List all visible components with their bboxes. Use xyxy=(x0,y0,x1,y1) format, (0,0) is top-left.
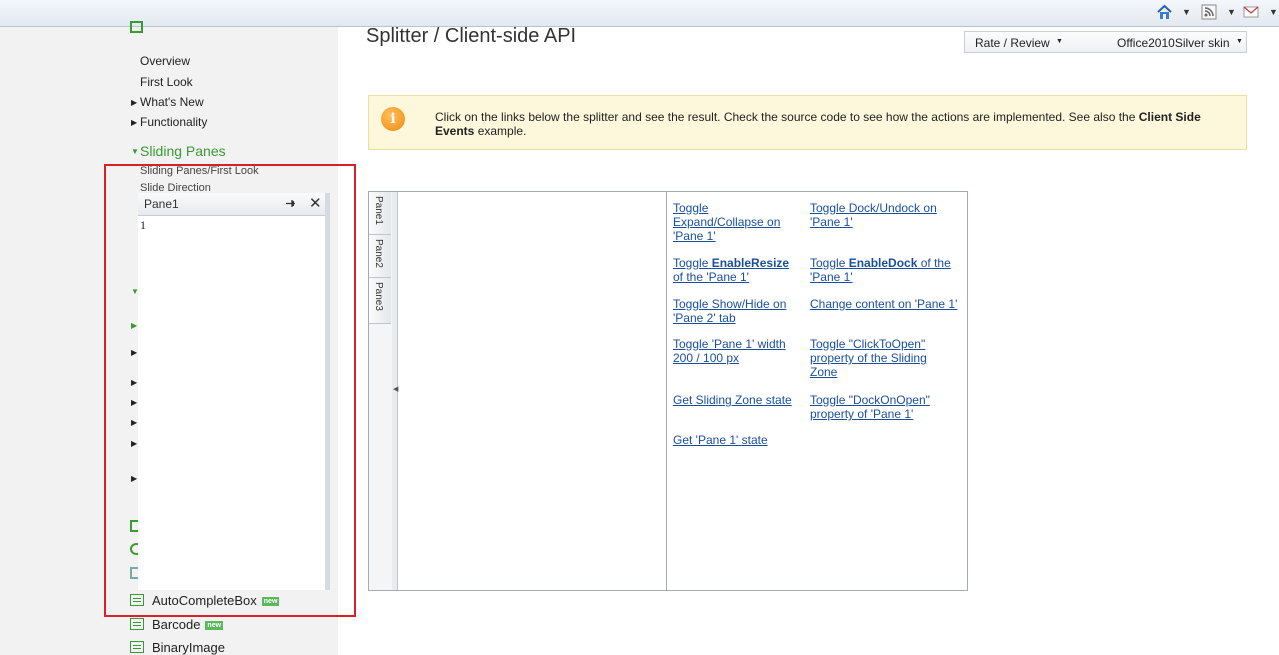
link-toggle-clicktoopen[interactable]: Toggle "ClickToOpen" property of the Sli… xyxy=(810,337,940,379)
sliding-pane-overlay: Pane1 ✕ 1 xyxy=(138,193,330,590)
sliding-pane-title: Pane1 xyxy=(144,197,179,211)
expand-arrow-icon[interactable]: ▶ xyxy=(131,378,137,387)
nav-autocompletebox[interactable]: AutoCompleteBox new xyxy=(130,593,280,608)
link-text-bold: EnableResize xyxy=(711,256,790,270)
pane-divider xyxy=(666,192,667,590)
link-text: Toggle "ClickToOpen" property of the Sli… xyxy=(810,337,927,379)
link-text: Toggle xyxy=(673,256,712,270)
link-toggle-expand-collapse[interactable]: Toggle Expand/Collapse on 'Pane 1' xyxy=(673,201,791,243)
mail-icon[interactable] xyxy=(1243,4,1259,20)
nav-first-look[interactable]: First Look xyxy=(140,75,193,89)
tab-label: Pane3 xyxy=(373,282,384,311)
nav-overview[interactable]: Overview xyxy=(140,54,190,68)
rate-review-button[interactable]: Rate / Review xyxy=(975,36,1050,50)
info-icon: i xyxy=(381,107,405,131)
expand-arrow-icon[interactable]: ▶ xyxy=(131,348,137,357)
splitter-demo: Pane1 Pane2 Pane3 ◀ xyxy=(368,191,968,591)
nav-whats-new[interactable]: What's New xyxy=(140,95,204,109)
nav-functionality[interactable]: Functionality xyxy=(140,115,207,129)
link-text-bold: EnableDock xyxy=(848,256,918,270)
nav-item-label: Barcode xyxy=(152,617,201,632)
rss-icon[interactable] xyxy=(1201,4,1217,20)
link-text: Toggle xyxy=(810,256,849,270)
link-text: Get 'Pane 1' state xyxy=(673,433,768,447)
page-title: Splitter / Client-side API xyxy=(366,25,577,47)
nav-section-sliding-panes[interactable]: Sliding Panes xyxy=(140,143,226,159)
link-toggle-enabledock[interactable]: Toggle EnableDock of the 'Pane 1' xyxy=(810,256,960,284)
expand-arrow-icon[interactable]: ▶ xyxy=(131,439,137,448)
nav-item-label: AutoCompleteBox xyxy=(152,593,257,608)
browser-command-bar: ▼ ▼ ▼ xyxy=(0,0,1279,27)
tab-label: Pane1 xyxy=(373,196,384,225)
chevron-down-icon[interactable]: ▼ xyxy=(1236,38,1243,45)
info-text-body: Click on the links below the splitter an… xyxy=(435,110,1139,124)
info-text-end: example. xyxy=(474,124,527,138)
mail-dropdown-icon[interactable]: ▼ xyxy=(1269,7,1278,17)
link-text: Toggle Dock/Undock on 'Pane 1' xyxy=(810,201,937,229)
home-icon[interactable] xyxy=(1156,4,1173,20)
link-text: Toggle Expand/Collapse on 'Pane 1' xyxy=(673,201,781,243)
link-text: of the 'Pane 1' xyxy=(673,270,749,284)
link-text: Toggle "DockOnOpen" property of 'Pane 1' xyxy=(810,393,930,421)
info-message: i Click on the links below the splitter … xyxy=(368,95,1247,150)
nav-barcode[interactable]: Barcode new xyxy=(130,617,224,632)
link-get-pane1-state[interactable]: Get 'Pane 1' state xyxy=(673,433,793,447)
sliding-zone: Pane1 Pane2 Pane3 xyxy=(369,192,393,590)
link-toggle-dockonopen[interactable]: Toggle "DockOnOpen" property of 'Pane 1' xyxy=(810,393,940,421)
link-text: Toggle 'Pane 1' width 200 / 100 px xyxy=(673,337,786,365)
expand-arrow-icon[interactable]: ▶ xyxy=(131,321,137,330)
tab-pane2[interactable]: Pane2 xyxy=(369,235,391,278)
collapse-arrow-icon[interactable]: ◀ xyxy=(393,385,398,393)
binaryimage-icon xyxy=(130,641,144,653)
collapse-arrow-icon[interactable]: ▼ xyxy=(131,147,139,156)
link-toggle-show-hide[interactable]: Toggle Show/Hide on 'Pane 2' tab xyxy=(673,297,793,325)
chevron-down-icon[interactable]: ▼ xyxy=(1056,38,1063,45)
link-toggle-dock-undock[interactable]: Toggle Dock/Undock on 'Pane 1' xyxy=(810,201,950,229)
expand-arrow-icon[interactable]: ▶ xyxy=(131,398,137,407)
new-badge: new xyxy=(205,621,224,630)
link-change-content[interactable]: Change content on 'Pane 1' xyxy=(810,297,965,311)
info-text: Click on the links below the splitter an… xyxy=(435,110,1235,138)
expand-arrow-icon[interactable]: ▶ xyxy=(131,474,137,483)
barcode-icon xyxy=(130,618,144,630)
link-text: Get Sliding Zone state xyxy=(673,393,792,407)
expand-arrow-icon[interactable]: ▶ xyxy=(131,98,137,107)
link-toggle-enableresize[interactable]: Toggle EnableResize of the 'Pane 1' xyxy=(673,256,795,284)
link-get-sliding-zone-state[interactable]: Get Sliding Zone state xyxy=(673,393,803,407)
sliding-pane-content: 1 xyxy=(140,218,146,232)
tab-pane1[interactable]: Pane1 xyxy=(369,192,391,235)
rss-dropdown-icon[interactable]: ▼ xyxy=(1227,7,1236,17)
link-text: Toggle Show/Hide on 'Pane 2' tab xyxy=(673,297,787,325)
nav-binaryimage[interactable]: BinaryImage xyxy=(130,640,225,655)
tab-pane3[interactable]: Pane3 xyxy=(369,278,391,324)
sliding-pane-title-bar: Pane1 ✕ xyxy=(138,193,325,216)
nav-sliding-panes-first-look[interactable]: Sliding Panes/First Look xyxy=(140,165,259,177)
tab-label: Pane2 xyxy=(373,239,384,268)
dock-pin-icon[interactable] xyxy=(285,198,296,209)
link-text: Change content on 'Pane 1' xyxy=(810,297,958,311)
expand-arrow-icon[interactable]: ▶ xyxy=(131,118,137,127)
new-badge: new xyxy=(261,597,280,606)
autocompletebox-icon xyxy=(130,594,144,606)
home-dropdown-icon[interactable]: ▼ xyxy=(1182,7,1191,17)
link-toggle-width[interactable]: Toggle 'Pane 1' width 200 / 100 px xyxy=(673,337,793,365)
nav-item-label: BinaryImage xyxy=(152,640,225,655)
demo-toolbar: Rate / Review ▼ Office2010Silver skin ▼ xyxy=(964,31,1247,53)
control-icon xyxy=(130,21,143,33)
skin-selector[interactable]: Office2010Silver skin xyxy=(1117,36,1230,50)
close-icon[interactable]: ✕ xyxy=(309,194,322,212)
expand-arrow-icon[interactable]: ▶ xyxy=(131,418,137,427)
